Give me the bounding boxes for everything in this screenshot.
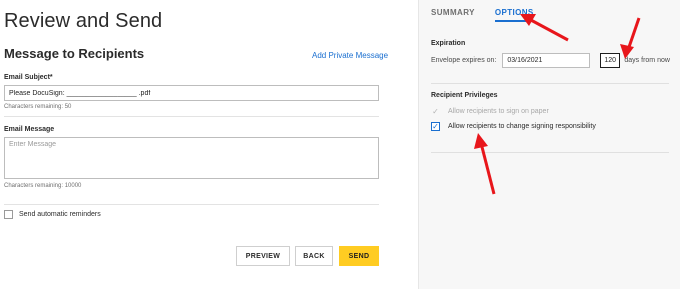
- send-button[interactable]: SEND: [339, 246, 379, 266]
- privilege-label: Allow recipients to sign on paper: [448, 108, 549, 115]
- privileges-heading: Recipient Privileges: [431, 92, 498, 99]
- subject-char-counter: Characters remaining: 50: [4, 104, 72, 110]
- panel-tabs: SUMMARY OPTIONS: [431, 8, 554, 22]
- expiration-label: Envelope expires on:: [431, 57, 497, 64]
- privilege-change-signer[interactable]: ✓ Allow recipients to change signing res…: [431, 122, 596, 131]
- review-panel: Review and Send Message to Recipients Ad…: [0, 0, 418, 289]
- email-subject-label: Email Subject*: [4, 74, 53, 81]
- back-button[interactable]: BACK: [295, 246, 333, 266]
- expiration-row: Envelope expires on: days from now: [431, 53, 670, 68]
- reminder-checkbox[interactable]: [4, 210, 13, 219]
- message-char-counter: Characters remaining: 10000: [4, 183, 82, 189]
- add-private-message-link[interactable]: Add Private Message: [312, 51, 388, 60]
- tab-options[interactable]: OPTIONS: [494, 8, 534, 22]
- expiration-date-input[interactable]: [502, 53, 591, 68]
- check-icon[interactable]: ✓: [431, 122, 440, 131]
- options-panel: SUMMARY OPTIONS Expiration Envelope expi…: [418, 0, 680, 289]
- reminder-label: Send automatic reminders: [19, 211, 101, 218]
- privilege-sign-on-paper: ✓ Allow recipients to sign on paper: [431, 107, 549, 116]
- tab-summary[interactable]: SUMMARY: [431, 8, 475, 22]
- check-icon: ✓: [432, 107, 439, 116]
- page-title: Review and Send: [4, 10, 163, 32]
- preview-button[interactable]: PREVIEW: [236, 246, 290, 266]
- privilege-label: Allow recipients to change signing respo…: [448, 123, 596, 130]
- section-title: Message to Recipients: [4, 46, 145, 61]
- divider: [431, 83, 669, 84]
- divider: [431, 152, 669, 153]
- expiration-days-input[interactable]: [600, 53, 621, 68]
- divider: [4, 204, 379, 205]
- divider: [4, 116, 379, 117]
- expiration-heading: Expiration: [431, 40, 466, 47]
- email-message-input[interactable]: [4, 137, 379, 179]
- days-suffix: days from now: [624, 57, 670, 64]
- email-message-label: Email Message: [4, 126, 55, 133]
- reminder-option[interactable]: Send automatic reminders: [4, 210, 101, 219]
- email-subject-input[interactable]: [4, 85, 379, 101]
